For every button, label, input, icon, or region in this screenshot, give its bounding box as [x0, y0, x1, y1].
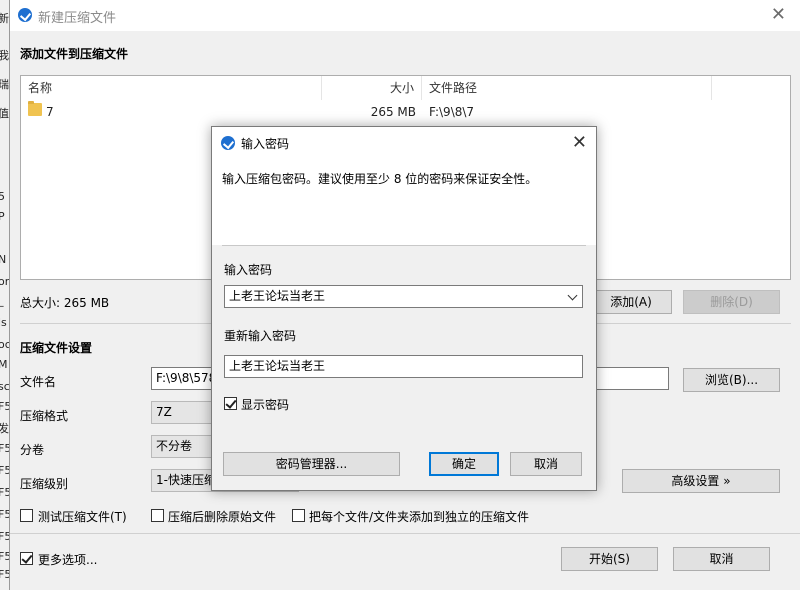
column-header-empty	[712, 76, 791, 100]
delete-button[interactable]: 删除(D)	[683, 290, 780, 314]
app-logo-icon	[221, 136, 235, 150]
file-name: 7	[46, 105, 54, 119]
delete-after-label: 压缩后删除原始文件	[168, 510, 277, 524]
close-icon[interactable]: ✕	[572, 132, 587, 153]
separate-archives-label: 把每个文件/文件夹添加到独立的压缩文件	[309, 510, 530, 524]
dialog-cancel-button[interactable]: 取消	[510, 452, 582, 476]
background-text: F5	[0, 508, 9, 521]
dialog-description: 输入压缩包密码。建议使用至少 8 位的密码来保证安全性。	[222, 172, 538, 186]
column-header-path[interactable]: 文件路径	[422, 76, 712, 100]
background-text: F5	[0, 568, 9, 581]
settings-heading: 压缩文件设置	[20, 341, 93, 355]
password-label: 输入密码	[224, 263, 273, 277]
chevron-down-icon[interactable]	[567, 290, 578, 301]
show-password-label: 显示密码	[241, 398, 290, 412]
filename-label: 文件名	[20, 375, 57, 389]
more-options-checkbox[interactable]	[20, 552, 33, 565]
background-text: M	[0, 358, 8, 371]
separate-archives-checkbox[interactable]	[292, 509, 305, 522]
background-text: 值	[0, 107, 9, 120]
column-header-size[interactable]: 大小	[322, 76, 422, 100]
background-text: N	[0, 253, 7, 266]
folder-icon	[28, 101, 42, 116]
background-text: 发	[0, 422, 9, 435]
background-text: F5	[0, 530, 9, 543]
background-text: 5	[0, 190, 5, 203]
background-text: F5	[0, 464, 9, 477]
browse-button[interactable]: 浏览(B)...	[683, 368, 780, 392]
total-size: 总大小: 265 MB	[20, 296, 110, 310]
background-text: F5	[0, 400, 9, 413]
background-text: 我	[0, 49, 9, 62]
background-text: F5	[0, 442, 9, 455]
background-text: F5	[0, 550, 9, 563]
dialog-title-bar[interactable]: 输入密码 ✕	[212, 127, 596, 158]
window-title: 新建压缩文件	[38, 11, 117, 26]
test-archive-label: 测试压缩文件(T)	[38, 510, 127, 524]
password-value: 上老王论坛当老王	[229, 289, 326, 303]
background-text: 新	[0, 12, 9, 25]
column-header-name[interactable]: 名称	[21, 76, 322, 100]
title-bar[interactable]: 新建压缩文件 ✕	[10, 0, 800, 31]
background-text: P	[0, 210, 5, 223]
background-text: F5	[0, 486, 9, 499]
background-text: oc	[0, 338, 9, 351]
reenter-password-field[interactable]: 上老王论坛当老王	[224, 355, 583, 378]
file-path: F:\9\8\7	[429, 105, 475, 119]
format-label: 压缩格式	[20, 409, 69, 423]
background-text: sc	[0, 380, 9, 393]
background-window-strip: 新 我 瑞 值 5 P N or _ ls oc M sc F5 发 F5 F5…	[0, 0, 9, 590]
close-icon[interactable]: ✕	[771, 4, 786, 25]
advanced-settings-button[interactable]: 高级设置 »	[622, 469, 780, 493]
delete-after-checkbox[interactable]	[151, 509, 164, 522]
background-text: or	[0, 275, 9, 288]
more-options-label: 更多选项...	[38, 553, 98, 567]
show-password-checkbox[interactable]	[224, 397, 237, 410]
divider	[222, 245, 586, 246]
ok-button[interactable]: 确定	[429, 452, 499, 476]
volume-label: 分卷	[20, 443, 45, 457]
add-button[interactable]: 添加(A)	[590, 290, 672, 314]
password-field[interactable]: 上老王论坛当老王	[224, 285, 583, 308]
dialog-title: 输入密码	[241, 137, 290, 151]
test-archive-checkbox[interactable]	[20, 509, 33, 522]
background-text: ls	[0, 316, 7, 329]
password-dialog: 输入密码 ✕ 输入压缩包密码。建议使用至少 8 位的密码来保证安全性。 输入密码…	[211, 126, 597, 491]
cancel-button[interactable]: 取消	[673, 547, 770, 571]
divider	[10, 533, 800, 534]
password-manager-button[interactable]: 密码管理器...	[223, 452, 400, 476]
app-logo-icon	[18, 8, 32, 22]
reenter-password-label: 重新输入密码	[224, 329, 297, 343]
file-size: 265 MB	[370, 105, 416, 119]
dialog-description-panel: 输入压缩包密码。建议使用至少 8 位的密码来保证安全性。	[212, 158, 596, 245]
start-button[interactable]: 开始(S)	[561, 547, 658, 571]
add-files-heading: 添加文件到压缩文件	[20, 47, 129, 61]
background-text: _	[0, 294, 4, 307]
level-label: 压缩级别	[20, 477, 69, 491]
background-text: 瑞	[0, 78, 9, 91]
